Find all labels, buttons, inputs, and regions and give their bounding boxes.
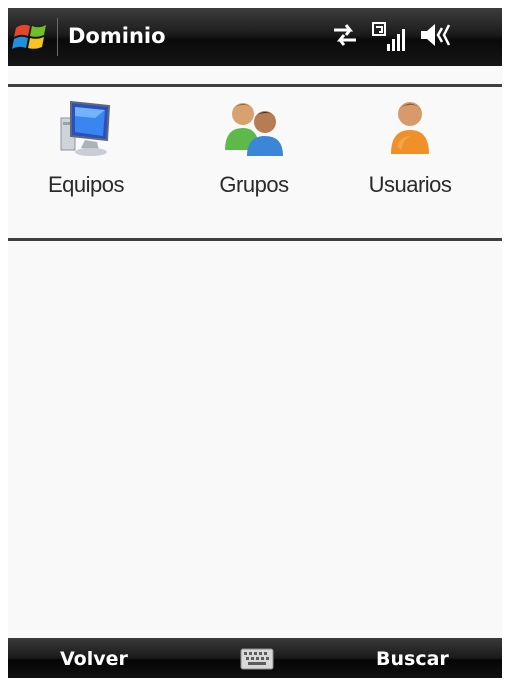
tile-label-grupos: Grupos xyxy=(219,172,289,197)
search-softkey[interactable]: Buscar xyxy=(376,646,449,672)
divider xyxy=(8,84,502,87)
user-icon xyxy=(391,102,429,154)
title-bar: Dominio xyxy=(8,8,502,66)
windows-start-icon[interactable] xyxy=(8,16,58,58)
title-separator xyxy=(57,18,58,56)
tile-label-equipos: Equipos xyxy=(47,172,125,197)
back-softkey[interactable]: Volver xyxy=(60,646,128,672)
tile-usuarios[interactable]: Usuarios xyxy=(340,96,480,216)
group-users-icon xyxy=(225,103,283,156)
content-area: Equipos Grupos Usuarios xyxy=(8,66,502,638)
tile-grupos[interactable]: Grupos xyxy=(184,96,324,216)
keyboard-icon[interactable] xyxy=(240,648,274,674)
window-title: Dominio xyxy=(68,24,166,48)
softkey-bar: Volver Buscar xyxy=(8,638,502,678)
phone-screen: Dominio Equipos Grupos Usuarios Volver B… xyxy=(8,8,502,678)
signal-strength-icon[interactable] xyxy=(372,20,408,58)
speaker-volume-icon[interactable] xyxy=(418,20,458,54)
tile-equipos[interactable]: Equipos xyxy=(16,96,156,216)
tile-label-usuarios: Usuarios xyxy=(368,172,452,197)
divider xyxy=(8,238,502,241)
computer-icon xyxy=(60,100,111,156)
sync-arrows-icon[interactable] xyxy=(330,20,360,54)
